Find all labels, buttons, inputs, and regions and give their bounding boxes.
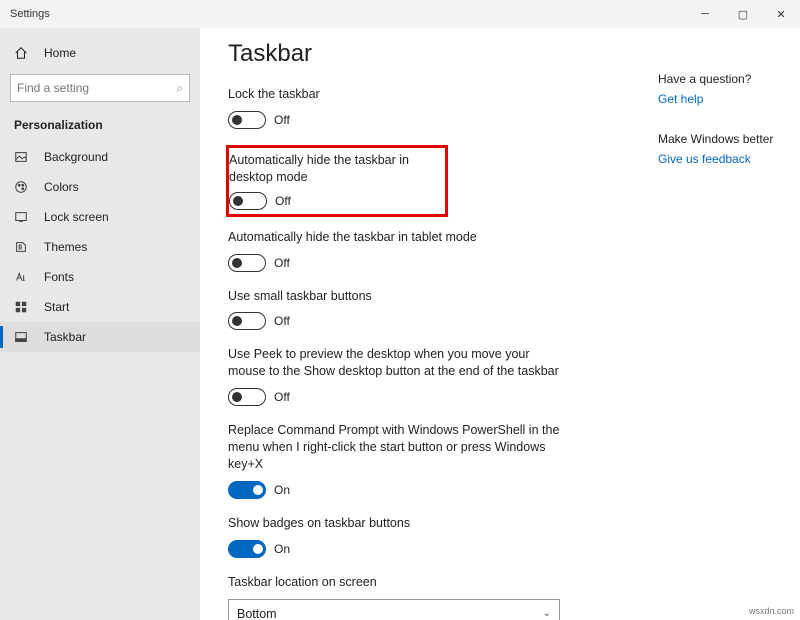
toggle-small-buttons[interactable] <box>228 312 266 330</box>
sidebar-item-label: Start <box>44 300 69 314</box>
minimize-button[interactable]: ─ <box>686 0 724 28</box>
background-icon <box>14 150 30 164</box>
fonts-icon <box>14 270 30 284</box>
sidebar-home-label: Home <box>44 46 76 60</box>
titlebar: Settings ─ ▢ ✕ <box>0 0 800 28</box>
sidebar-section-title: Personalization <box>0 112 200 142</box>
sidebar-item-start[interactable]: Start <box>0 292 200 322</box>
sidebar-item-lock-screen[interactable]: Lock screen <box>0 202 200 232</box>
sidebar-item-label: Background <box>44 150 108 164</box>
setting-peek-label: Use Peek to preview the desktop when you… <box>228 346 568 380</box>
sidebar-item-background[interactable]: Background <box>0 142 200 172</box>
themes-icon <box>14 240 30 254</box>
setting-autohide-tablet-label: Automatically hide the taskbar in tablet… <box>228 229 568 246</box>
sidebar-item-label: Themes <box>44 240 87 254</box>
toggle-state: Off <box>274 314 290 328</box>
sidebar-item-label: Taskbar <box>44 330 86 344</box>
setting-location-label: Taskbar location on screen <box>228 574 568 591</box>
sidebar-item-label: Colors <box>44 180 79 194</box>
watermark: wsxdn.com <box>749 606 794 616</box>
window-controls: ─ ▢ ✕ <box>686 0 800 28</box>
sidebar-item-themes[interactable]: Themes <box>0 232 200 262</box>
sidebar-item-taskbar[interactable]: Taskbar <box>0 322 200 352</box>
toggle-state: On <box>274 483 290 497</box>
setting-powershell-label: Replace Command Prompt with Windows Powe… <box>228 422 568 473</box>
get-help-link[interactable]: Get help <box>658 92 788 106</box>
chevron-down-icon: ⌄ <box>543 608 551 619</box>
toggle-powershell[interactable] <box>228 481 266 499</box>
window-title: Settings <box>10 8 50 20</box>
toggle-state: Off <box>275 194 291 208</box>
close-button[interactable]: ✕ <box>762 0 800 28</box>
colors-icon <box>14 180 30 194</box>
sidebar-item-colors[interactable]: Colors <box>0 172 200 202</box>
sidebar-item-fonts[interactable]: Fonts <box>0 262 200 292</box>
setting-autohide-desktop-label: Automatically hide the taskbar in deskto… <box>229 152 439 186</box>
sidebar-home[interactable]: Home <box>0 36 200 70</box>
toggle-badges[interactable] <box>228 540 266 558</box>
highlighted-setting: Automatically hide the taskbar in deskto… <box>226 145 448 217</box>
feedback-heading: Make Windows better <box>658 132 788 146</box>
taskbar-icon <box>14 330 30 344</box>
toggle-state: On <box>274 542 290 556</box>
sidebar: Home ⌕ Personalization Background Colors… <box>0 28 200 620</box>
main-content: Taskbar Lock the taskbar Off Automatical… <box>200 28 650 620</box>
sidebar-item-label: Fonts <box>44 270 74 284</box>
toggle-state: Off <box>274 256 290 270</box>
right-column: Have a question? Get help Make Windows b… <box>658 72 788 192</box>
maximize-button[interactable]: ▢ <box>724 0 762 28</box>
search-input[interactable] <box>17 81 176 95</box>
toggle-state: Off <box>274 113 290 127</box>
search-icon: ⌕ <box>176 81 183 96</box>
toggle-peek[interactable] <box>228 388 266 406</box>
setting-small-buttons-label: Use small taskbar buttons <box>228 288 568 305</box>
setting-badges-label: Show badges on taskbar buttons <box>228 515 568 532</box>
start-icon <box>14 300 30 314</box>
page-title: Taskbar <box>228 40 630 68</box>
setting-lock-taskbar-label: Lock the taskbar <box>228 86 568 103</box>
home-icon <box>14 46 30 60</box>
search-box[interactable]: ⌕ <box>10 74 190 102</box>
toggle-autohide-desktop[interactable] <box>229 192 267 210</box>
toggle-state: Off <box>274 390 290 404</box>
question-heading: Have a question? <box>658 72 788 86</box>
feedback-link[interactable]: Give us feedback <box>658 152 788 166</box>
lock-screen-icon <box>14 210 30 224</box>
dropdown-location[interactable]: Bottom ⌄ <box>228 599 560 620</box>
sidebar-item-label: Lock screen <box>44 210 109 224</box>
toggle-autohide-tablet[interactable] <box>228 254 266 272</box>
dropdown-value: Bottom <box>237 607 277 620</box>
toggle-lock-taskbar[interactable] <box>228 111 266 129</box>
